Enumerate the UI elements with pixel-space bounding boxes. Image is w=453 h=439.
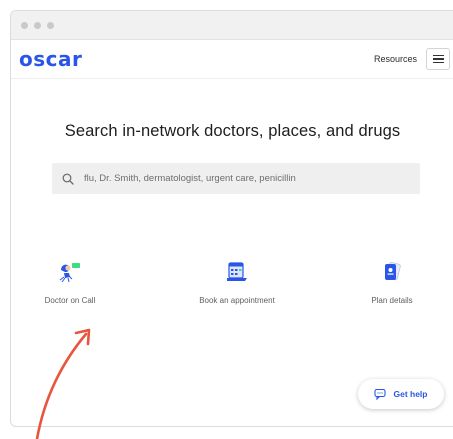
feature-label: Book an appointment [199, 296, 275, 305]
hamburger-menu-icon-line [432, 61, 444, 64]
window-minimize-control[interactable] [34, 21, 41, 29]
navbar-right: Resources [374, 48, 453, 70]
feature-plan-details[interactable]: Plan details [332, 261, 452, 305]
get-help-label: Get help [393, 389, 428, 399]
calendar-appointment-icon [227, 262, 247, 281]
feature-doctor-on-call[interactable]: Doctor on Call [11, 261, 130, 305]
chat-icon [374, 388, 387, 400]
feature-label: Doctor on Call [44, 296, 96, 305]
browser-window: oscar Resources Search in-network doctor… [10, 10, 453, 427]
feature-label: Plan details [371, 296, 413, 305]
window-close-control[interactable] [21, 21, 28, 29]
window-maximize-control[interactable] [47, 21, 54, 29]
plan-card-icon [385, 262, 401, 281]
doctor-on-call-icon [59, 263, 80, 283]
top-navbar: oscar Resources [11, 40, 453, 79]
page-title: Search in-network doctors, places, and d… [64, 122, 401, 140]
get-help-button[interactable]: Get help [358, 379, 444, 409]
menu-button[interactable] [426, 48, 450, 70]
search-bar[interactable] [52, 163, 420, 194]
window-titlebar [11, 11, 453, 40]
hamburger-menu-icon-line [432, 58, 444, 60]
feature-book-appointment[interactable]: Book an appointment [177, 261, 297, 305]
oscar-logo[interactable]: oscar [19, 47, 82, 71]
resources-link[interactable]: Resources [374, 54, 417, 64]
search-icon [62, 173, 74, 185]
search-input[interactable] [82, 172, 406, 185]
hamburger-menu-icon [432, 54, 444, 57]
